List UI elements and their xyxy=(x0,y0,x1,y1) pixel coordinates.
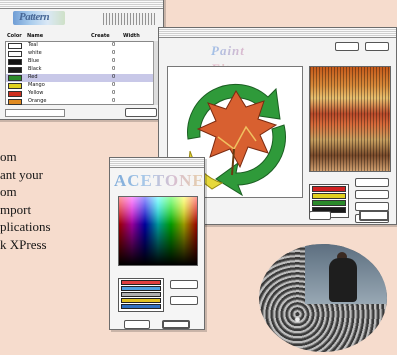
header-color: Color xyxy=(7,33,22,39)
palette-swatch[interactable] xyxy=(121,292,161,297)
new-button[interactable] xyxy=(170,296,198,305)
list-item[interactable]: Black 0 xyxy=(6,66,156,74)
acetone-logo: ACETONE xyxy=(114,171,202,191)
header-name: Name xyxy=(27,33,44,39)
circular-photo xyxy=(259,244,387,352)
create-value: 0 xyxy=(112,98,116,104)
palette-swatch[interactable] xyxy=(121,286,161,291)
status-field xyxy=(5,109,65,117)
photo-figure xyxy=(329,258,357,302)
small-button[interactable] xyxy=(309,211,331,220)
ok-button[interactable] xyxy=(359,210,389,221)
color-name: Teal xyxy=(28,42,38,48)
color-swatch xyxy=(8,83,22,89)
color-swatch xyxy=(8,51,22,57)
palette-swatch[interactable] xyxy=(312,200,346,206)
color-picker[interactable] xyxy=(118,196,198,266)
list-item[interactable]: Orange 0 xyxy=(6,98,156,106)
palette-swatch[interactable] xyxy=(121,298,161,303)
color-swatch xyxy=(8,91,22,97)
side-button[interactable] xyxy=(355,178,389,187)
palette-swatch[interactable] xyxy=(312,186,346,192)
header-width: Width xyxy=(123,33,140,39)
create-value: 0 xyxy=(112,50,116,56)
color-name: Black xyxy=(28,66,42,72)
copy-line: om xyxy=(0,149,17,164)
palette-swatch[interactable] xyxy=(312,193,346,199)
color-name: Yellow xyxy=(28,90,44,96)
color-swatch xyxy=(8,99,22,105)
window-titlebar[interactable] xyxy=(110,158,204,168)
color-swatch xyxy=(8,59,22,65)
copy-line: mport xyxy=(0,201,32,217)
copy-line: k XPress xyxy=(0,236,47,252)
create-value: 0 xyxy=(112,74,116,80)
palette-swatch[interactable] xyxy=(121,304,161,309)
list-item[interactable]: Red 0 xyxy=(6,74,156,82)
acetone-window: ACETONE xyxy=(109,157,205,330)
window-titlebar[interactable] xyxy=(0,0,163,9)
color-name: Orange xyxy=(28,98,47,104)
create-value: 0 xyxy=(112,82,116,88)
color-name: white xyxy=(28,50,42,56)
palette-list[interactable] xyxy=(118,278,164,312)
color-name: Blue xyxy=(28,58,40,64)
color-list-window: Pattern Color Name Create Width Teal 0 whi… xyxy=(0,0,164,120)
list-item[interactable]: white 0 xyxy=(6,50,156,58)
body-copy: om ant your om mport plications k XPress xyxy=(0,148,110,253)
app-logo: Paint Fitness xyxy=(211,42,287,76)
palette-swatch[interactable] xyxy=(121,280,161,285)
create-value: 0 xyxy=(112,42,116,48)
side-button[interactable] xyxy=(355,190,389,199)
create-value: 0 xyxy=(112,90,116,96)
header-create: Create xyxy=(91,33,110,39)
color-name: Mango xyxy=(28,82,45,88)
app-logo: Pattern xyxy=(13,11,65,25)
color-swatch xyxy=(8,75,22,81)
color-swatch xyxy=(8,67,22,73)
toolbar-buttons[interactable] xyxy=(103,13,155,25)
toolbar-button[interactable] xyxy=(335,42,359,51)
list-item[interactable]: Blue 0 xyxy=(6,58,156,66)
color-swatch xyxy=(8,43,22,49)
color-list[interactable]: Teal 0 white 0 Blue 0 Black 0 Red 0 Mango 0 Yellow 0 O… xyxy=(5,41,157,105)
color-name: Red xyxy=(28,74,38,80)
ok-button[interactable] xyxy=(125,108,157,117)
copy-line: plications xyxy=(0,219,51,234)
copy-line: ant your xyxy=(0,166,43,182)
create-value: 0 xyxy=(112,58,116,64)
window-titlebar[interactable] xyxy=(159,28,396,38)
ok-button[interactable] xyxy=(162,320,190,329)
list-item[interactable]: Teal 0 xyxy=(6,42,156,50)
texture-preview xyxy=(309,66,391,172)
list-item[interactable]: Mango 0 xyxy=(6,82,156,90)
list-item[interactable]: Yellow 0 xyxy=(6,90,156,98)
cancel-button[interactable] xyxy=(124,320,150,329)
copy-line: om xyxy=(0,184,17,199)
toolbar-button[interactable] xyxy=(365,42,389,51)
create-value: 0 xyxy=(112,66,116,72)
edit-button[interactable] xyxy=(170,280,198,289)
